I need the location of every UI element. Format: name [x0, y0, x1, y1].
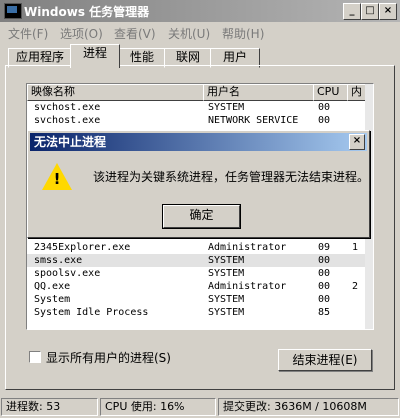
close-button[interactable]: ×	[379, 3, 397, 20]
title-bar: Windows 任务管理器 _ □ ×	[0, 0, 400, 22]
end-process-button[interactable]: 结束进程(E)	[278, 349, 372, 371]
menu-view[interactable]: 查看(V)	[114, 25, 156, 42]
cell-user: Administrator	[208, 242, 287, 253]
maximize-button[interactable]: □	[361, 3, 379, 20]
cell-image: System	[34, 294, 71, 305]
dialog-title-bar: 无法中止进程 ×	[30, 133, 367, 151]
cell-image: spoolsv.exe	[34, 268, 101, 279]
table-row[interactable]: svchost.exe SYSTEM 00	[27, 101, 373, 114]
table-row[interactable]: System SYSTEM 00	[27, 293, 373, 306]
cell-user: SYSTEM	[208, 307, 245, 318]
cell-cpu: 00	[318, 102, 331, 113]
cell-user: Administrator	[208, 281, 287, 292]
menu-file[interactable]: 文件(F)	[8, 25, 48, 42]
cell-user: SYSTEM	[208, 268, 245, 279]
status-cpu-usage: CPU 使用: 16%	[100, 398, 216, 416]
tab-processes[interactable]: 进程	[70, 44, 120, 68]
table-row[interactable]: System Idle Process SYSTEM 85	[27, 306, 373, 319]
cell-cpu: 09	[318, 242, 331, 253]
cell-cpu: 00	[318, 281, 331, 292]
cell-image: smss.exe	[34, 255, 83, 266]
error-dialog: 无法中止进程 × ! 该进程为关键系统进程，任务管理器无法结束进程。 确定	[27, 130, 370, 238]
dialog-close-button[interactable]: ×	[349, 134, 365, 150]
cell-image: QQ.exe	[34, 281, 71, 292]
cell-mem: 2	[352, 281, 359, 292]
window-title: Windows 任务管理器	[24, 5, 150, 19]
cell-user: NETWORK SERVICE	[208, 115, 299, 126]
column-image-name[interactable]: 映像名称	[27, 84, 208, 101]
menu-shutdown[interactable]: 关机(U)	[168, 25, 210, 42]
cell-image: System Idle Process	[34, 307, 149, 318]
cell-image: 2345Explorer.exe	[34, 242, 131, 253]
minimize-button[interactable]: _	[343, 3, 361, 20]
status-bar: 进程数: 53 CPU 使用: 16% 提交更改: 3636M / 10608M	[0, 396, 400, 418]
ok-button[interactable]: 确定	[162, 204, 241, 229]
table-row[interactable]: 2345Explorer.exe Administrator 09 1	[27, 241, 373, 254]
status-process-count: 进程数: 53	[1, 398, 98, 416]
cell-cpu: 00	[318, 268, 331, 279]
show-all-users-checkbox[interactable]	[29, 351, 41, 363]
cell-mem: 1	[352, 242, 359, 253]
warning-icon-mark: !	[53, 170, 61, 188]
cell-cpu: 00	[318, 115, 331, 126]
dialog-message: 该进程为关键系统进程，任务管理器无法结束进程。	[93, 170, 370, 184]
cell-user: SYSTEM	[208, 255, 245, 266]
show-all-users-label[interactable]: 显示所有用户的进程(S)	[46, 349, 171, 366]
status-commit-charge: 提交更改: 3636M / 10608M	[218, 398, 399, 416]
table-row[interactable]: spoolsv.exe SYSTEM 00	[27, 267, 373, 280]
cell-image: svchost.exe	[34, 102, 101, 113]
column-user-name[interactable]: 用户名	[203, 84, 318, 101]
table-row-selected[interactable]: smss.exe SYSTEM 00	[27, 254, 373, 267]
cell-cpu: 00	[318, 255, 331, 266]
dialog-title: 无法中止进程	[34, 135, 107, 149]
cell-cpu: 85	[318, 307, 331, 318]
menu-bar: 文件(F) 选项(O) 查看(V) 关机(U) 帮助(H)	[0, 22, 400, 42]
task-manager-icon	[4, 3, 22, 19]
table-row[interactable]: QQ.exe Administrator 00 2	[27, 280, 373, 293]
cell-image: svchost.exe	[34, 115, 101, 126]
menu-options[interactable]: 选项(O)	[60, 25, 103, 42]
menu-help[interactable]: 帮助(H)	[222, 25, 264, 42]
cell-user: SYSTEM	[208, 102, 245, 113]
tab-bar: 应用程序 进程 性能 联网 用户	[6, 44, 396, 68]
cell-user: SYSTEM	[208, 294, 245, 305]
table-row[interactable]: svchost.exe NETWORK SERVICE 00	[27, 114, 373, 127]
cell-cpu: 00	[318, 294, 331, 305]
